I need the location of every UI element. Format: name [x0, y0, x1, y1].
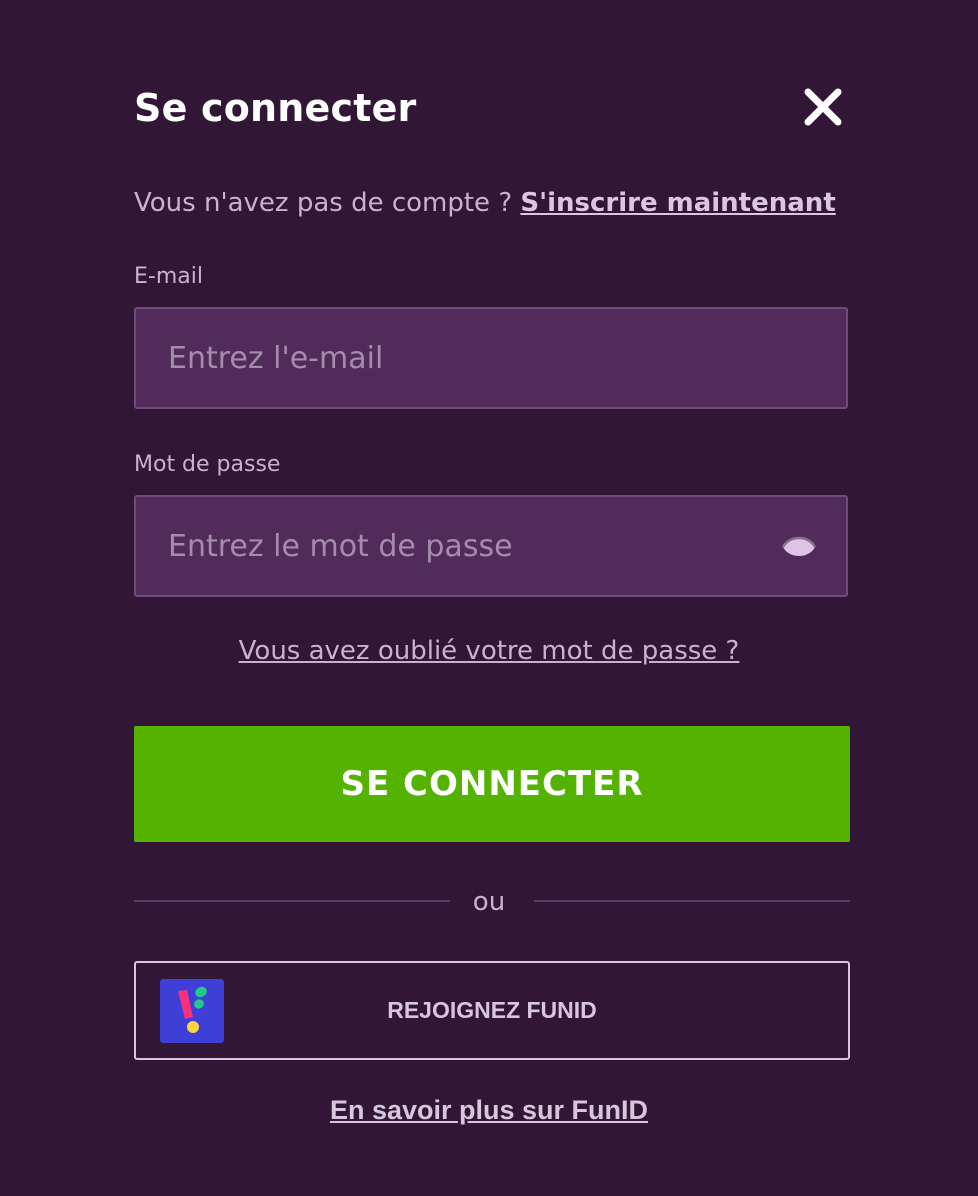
- divider-text: ou: [472, 887, 506, 917]
- forgot-password-link[interactable]: Vous avez oublié votre mot de passe ?: [0, 632, 978, 670]
- login-modal: Se connecter Vous n'avez pas de compte ?…: [0, 0, 978, 1196]
- signup-link[interactable]: S'inscrire maintenant: [520, 188, 835, 218]
- join-funid-button[interactable]: REJOIGNEZ FUNID: [134, 961, 850, 1060]
- password-label: Mot de passe: [134, 452, 281, 477]
- login-submit-button[interactable]: SE CONNECTER: [134, 726, 850, 842]
- eye-icon[interactable]: [780, 530, 818, 564]
- signup-prompt-text: Vous n'avez pas de compte ?: [134, 188, 521, 218]
- email-field-container: [134, 307, 848, 409]
- email-label: E-mail: [134, 264, 203, 289]
- close-icon[interactable]: [800, 84, 846, 130]
- signup-prompt-line: Vous n'avez pas de compte ? S'inscrire m…: [134, 184, 836, 222]
- password-field[interactable]: [136, 497, 846, 595]
- email-field[interactable]: [136, 309, 846, 407]
- divider-right: [534, 900, 850, 902]
- join-funid-label: REJOIGNEZ FUNID: [387, 997, 597, 1023]
- modal-title: Se connecter: [134, 86, 417, 130]
- learn-more-funid-link[interactable]: En savoir plus sur FunID: [0, 1092, 978, 1128]
- password-field-container: [134, 495, 848, 597]
